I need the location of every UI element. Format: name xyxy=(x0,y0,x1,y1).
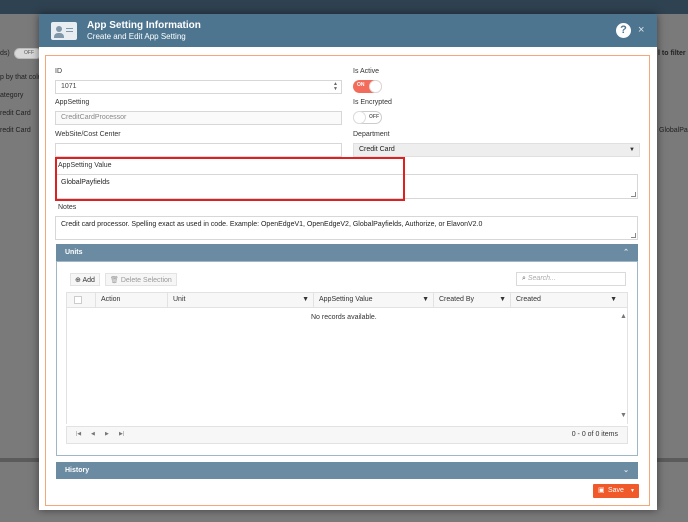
pager-info: 0 - 0 of 0 items xyxy=(571,431,618,438)
history-title: History xyxy=(65,467,90,474)
first-page-icon[interactable]: |◀ xyxy=(76,431,81,437)
search-placeholder: Search... xyxy=(527,275,556,282)
save-icon: ▣ xyxy=(598,487,605,494)
grid-header: Action Unit ▼ AppSetting Value ▼ Created… xyxy=(66,292,628,308)
caret-down-icon: ▼ xyxy=(629,147,635,153)
filter-icon[interactable]: ▼ xyxy=(302,293,309,307)
background-text: ds) xyxy=(0,50,10,57)
notes-label: Notes xyxy=(58,204,77,211)
is-active-toggle[interactable]: ON xyxy=(353,80,382,93)
website-label: WebSite/Cost Center xyxy=(55,131,121,138)
column-label: Created xyxy=(516,296,541,303)
website-field[interactable] xyxy=(55,143,342,157)
id-value: 1071 xyxy=(61,83,77,90)
chevron-up-icon[interactable]: ⌃ xyxy=(623,244,629,261)
column-label: Unit xyxy=(173,296,186,303)
save-button[interactable]: ▣ Save ▼ xyxy=(593,484,639,498)
filter-icon[interactable]: ▼ xyxy=(610,293,617,307)
department-select[interactable]: Credit Card ▼ xyxy=(353,143,640,157)
column-created-by[interactable]: Created By ▼ xyxy=(433,293,510,307)
notes-text: Credit card processor. Spelling exact as… xyxy=(61,221,483,228)
background-text: ategory xyxy=(0,92,24,99)
id-label: ID xyxy=(55,68,62,75)
appsetting-field: CreditCardProcessor xyxy=(55,111,342,125)
prev-page-icon[interactable]: ◀ xyxy=(91,431,95,437)
scroll-down-icon[interactable]: ▼ xyxy=(620,412,627,419)
column-appsetting-value[interactable]: AppSetting Value ▼ xyxy=(313,293,433,307)
close-button[interactable]: × xyxy=(638,24,644,36)
next-page-icon[interactable]: ▶ xyxy=(105,431,109,437)
filter-icon[interactable]: ▼ xyxy=(499,293,506,307)
toggle-state: ON xyxy=(357,82,365,88)
toggle-state: OFF xyxy=(369,114,379,120)
modal-header: App Setting Information Create and Edit … xyxy=(39,14,657,47)
search-input[interactable]: ⌕ Search... xyxy=(516,272,626,286)
background-text: l to filter xyxy=(658,50,686,57)
filter-icon[interactable]: ▼ xyxy=(422,293,429,307)
background-text: p by that colu xyxy=(0,74,42,81)
background-toggle: OFF xyxy=(14,48,42,59)
column-created[interactable]: Created ▼ xyxy=(510,293,621,307)
column-label: Created By xyxy=(439,296,475,303)
department-value: Credit Card xyxy=(359,146,395,153)
column-label: Action xyxy=(101,296,121,303)
scroll-up-icon[interactable]: ▲ xyxy=(620,313,627,320)
background-text: redit Card xyxy=(0,110,31,117)
toggle-knob xyxy=(353,111,366,124)
appsetting-label: AppSetting xyxy=(55,99,90,106)
department-label: Department xyxy=(353,131,390,138)
id-card-icon xyxy=(51,22,77,40)
caret-down-icon[interactable]: ▼ xyxy=(630,484,635,498)
add-button[interactable]: ⊕ Add xyxy=(70,273,100,286)
grid-pager: |◀ ◀ ▶ ▶| 0 - 0 of 0 items xyxy=(66,426,628,444)
modal-title: App Setting Information xyxy=(87,20,201,31)
save-label: Save xyxy=(608,487,624,494)
background-text: redit Card xyxy=(0,127,31,134)
is-encrypted-toggle[interactable]: OFF xyxy=(353,111,382,124)
highlight-box xyxy=(55,157,405,201)
id-field[interactable]: 1071 ▲ ▼ xyxy=(55,80,342,94)
is-encrypted-label: Is Encrypted xyxy=(353,99,392,106)
chevron-down-icon[interactable]: ⌄ xyxy=(623,462,629,479)
resize-handle-icon[interactable] xyxy=(631,233,636,238)
select-all-checkbox[interactable] xyxy=(74,296,82,304)
no-records-message: No records available. xyxy=(311,314,377,321)
notes-field[interactable]: Credit card processor. Spelling exact as… xyxy=(55,216,638,240)
column-label: AppSetting Value xyxy=(319,296,373,303)
units-title: Units xyxy=(65,249,83,256)
resize-handle-icon[interactable] xyxy=(631,192,636,197)
stepper-icon[interactable]: ▲ ▼ xyxy=(333,82,338,92)
toggle-knob xyxy=(369,80,382,93)
last-page-icon[interactable]: ▶| xyxy=(119,431,124,437)
delete-selection-button[interactable]: 🗑 Delete Selection xyxy=(105,273,177,286)
grid-body: No records available. ▲ ▼ xyxy=(66,308,628,424)
trash-icon: 🗑 xyxy=(110,277,119,284)
is-active-label: Is Active xyxy=(353,68,380,75)
history-panel-header[interactable]: History ⌄ xyxy=(56,462,638,479)
help-button[interactable]: ? xyxy=(616,23,631,38)
search-icon: ⌕ xyxy=(522,275,526,282)
units-panel-header[interactable]: Units ⌃ xyxy=(56,244,638,261)
add-label: Add xyxy=(82,277,95,284)
background-topbar xyxy=(0,0,688,14)
delete-label: Delete Selection xyxy=(120,277,172,284)
plus-circle-icon: ⊕ xyxy=(75,277,81,284)
column-unit[interactable]: Unit ▼ xyxy=(167,293,313,307)
background-text: GlobalPa xyxy=(659,127,688,134)
modal-subtitle: Create and Edit App Setting xyxy=(87,32,186,41)
column-action[interactable]: Action xyxy=(95,293,167,307)
